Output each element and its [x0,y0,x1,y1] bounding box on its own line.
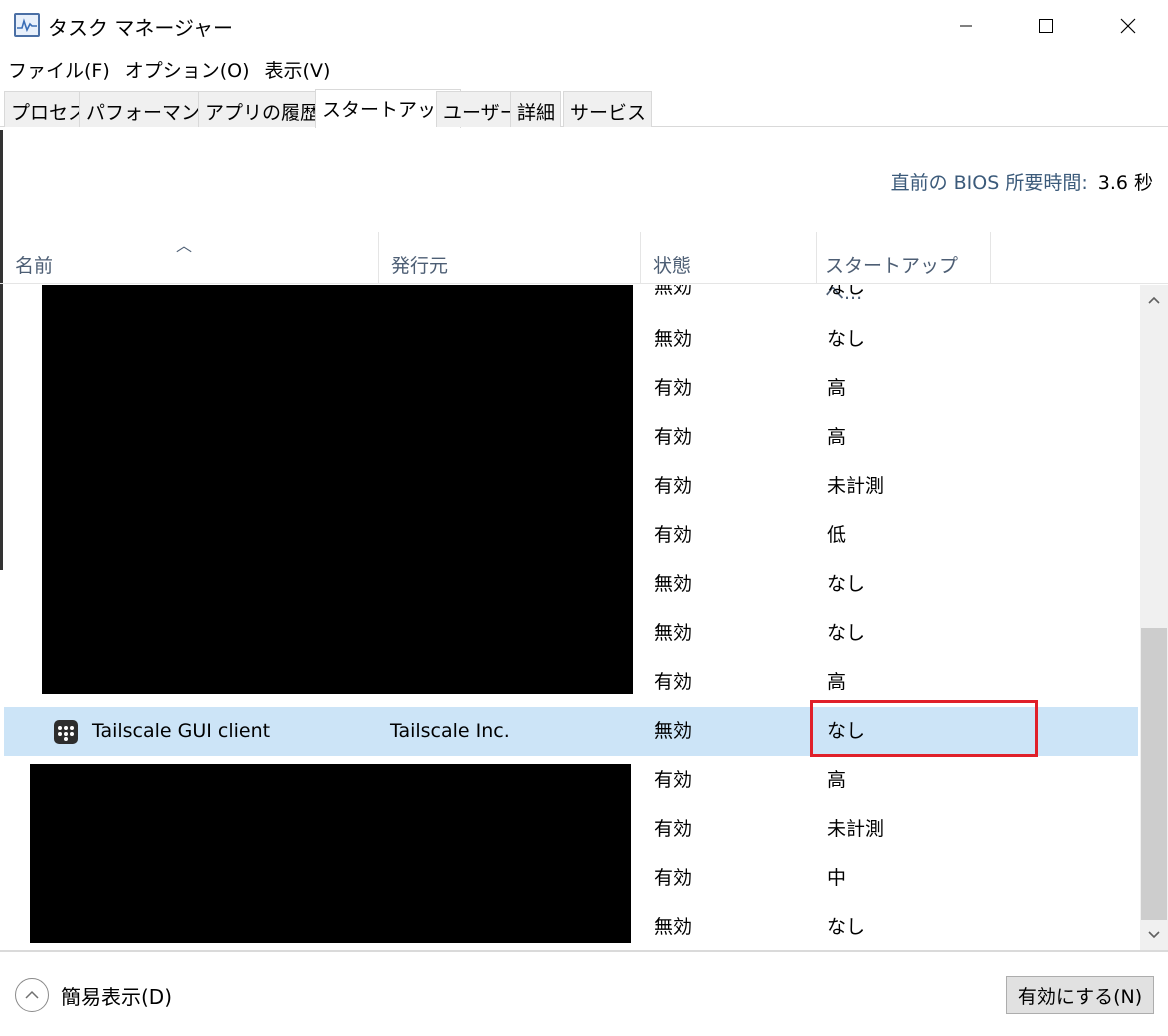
tailscale-icon [54,720,78,744]
tab-strip: プロセス パフォーマンス アプリの履歴 スタートアップ ユーザー 詳細 サービス [0,89,1168,128]
status-cell: 無効 [654,285,693,298]
impact-cell: 高 [827,377,847,399]
window-title: タスク マネージャー [48,16,233,40]
impact-cell: 未計測 [827,818,885,840]
impact-cell: なし [827,573,866,595]
menu-bar: ファイル(F) オプション(O) 表示(V) [0,54,337,84]
column-status[interactable]: 状態 [640,232,816,284]
status-cell: 有効 [654,475,693,497]
redacted-block [30,764,631,943]
impact-cell: なし [827,328,866,350]
scroll-up-button[interactable] [1140,285,1168,315]
chevron-down-icon [1148,931,1160,939]
impact-cell: 高 [827,769,847,791]
impact-cell: なし [827,916,866,938]
fewer-details-label: 簡易表示(D) [61,984,173,1009]
status-cell: 無効 [654,720,693,742]
bios-time-label: 直前の BIOS 所要時間: [890,172,1088,194]
tab-services[interactable]: サービス [563,91,653,127]
status-cell: 有効 [654,524,693,546]
scroll-down-button[interactable] [1140,920,1168,950]
name-cell: Tailscale GUI client [92,720,271,742]
column-startup-impact[interactable]: スタートアップへ... [812,232,990,304]
startup-list: 無効 なし 無効 なし 有効 高 有効 高 有効 未計測 有効 低 無効 なし … [0,285,1140,945]
enable-button[interactable]: 有効にする(N) [1006,976,1154,1014]
vertical-scrollbar[interactable] [1140,285,1168,950]
column-divider[interactable] [990,232,991,284]
title-bar: タスク マネージャー [0,0,1168,52]
publisher-cell: Tailscale Inc. [390,720,510,742]
scrollbar-thumb[interactable] [1141,628,1167,920]
status-cell: 有効 [654,377,693,399]
status-cell: 無効 [654,573,693,595]
task-manager-icon [14,13,40,37]
column-name[interactable]: 名前 [2,232,379,284]
chevron-up-circle-icon [15,978,49,1012]
impact-cell: 低 [827,524,847,546]
minimize-button[interactable] [926,0,1006,52]
redacted-block [42,285,633,694]
status-cell: 無効 [654,622,693,644]
close-button[interactable] [1088,0,1168,52]
fewer-details-button[interactable]: 簡易表示(D) [15,978,172,1012]
highlight-box [810,700,1038,757]
chevron-up-icon [1148,296,1160,304]
impact-cell: なし [827,285,866,298]
minimize-icon [960,25,972,27]
impact-cell: 中 [827,867,847,889]
impact-cell: 未計測 [827,475,885,497]
column-header: ︿ 名前 発行元 状態 スタートアップへ... [0,232,1168,304]
impact-cell: 高 [827,426,847,448]
footer: 簡易表示(D) 有効にする(N) [0,952,1168,1036]
status-cell: 無効 [654,328,693,350]
bios-time-value: 3.6 秒 [1097,172,1153,194]
bios-time: 直前の BIOS 所要時間: 3.6 秒 [891,168,1153,195]
menu-file[interactable]: ファイル(F) [0,54,117,84]
impact-cell: なし [827,622,866,644]
menu-view[interactable]: 表示(V) [257,54,338,84]
maximize-icon [1039,19,1053,33]
status-cell: 有効 [654,867,693,889]
status-cell: 有効 [654,769,693,791]
maximize-button[interactable] [1006,0,1086,52]
tab-app-history[interactable]: アプリの履歴 [198,91,326,127]
status-cell: 有効 [654,426,693,448]
status-cell: 有効 [654,671,693,693]
menu-options[interactable]: オプション(O) [117,54,257,84]
status-cell: 有効 [654,818,693,840]
tab-details[interactable]: 詳細 [510,91,562,127]
column-publisher[interactable]: 発行元 [378,232,640,284]
close-icon [1120,18,1136,34]
status-cell: 無効 [654,916,693,938]
